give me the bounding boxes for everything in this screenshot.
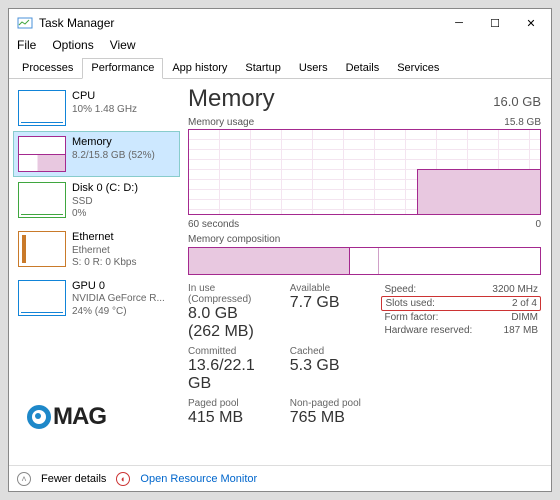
- maximize-button[interactable]: ☐: [477, 9, 513, 37]
- sidebar-item-cpu[interactable]: CPU10% 1.48 GHz: [13, 85, 180, 131]
- logo-text: MAG: [53, 403, 106, 431]
- label: Committed: [188, 346, 270, 357]
- sub2: 24% (49 °C): [72, 306, 165, 319]
- page-title: Memory: [188, 85, 275, 113]
- sub: SSD: [72, 196, 138, 209]
- sub: 8.2/15.8 GB (52%): [72, 150, 155, 163]
- comp-label: Memory composition: [188, 234, 280, 245]
- tab-app-history[interactable]: App history: [163, 58, 236, 79]
- ethernet-thumb-icon: [18, 231, 66, 267]
- cpu-thumb-icon: [18, 90, 66, 126]
- usage-label: Memory usage: [188, 117, 254, 128]
- menu-options[interactable]: Options: [50, 37, 95, 57]
- window-title: Task Manager: [39, 16, 441, 30]
- footer: ˄ Fewer details ◐ Open Resource Monitor: [9, 465, 551, 491]
- label: Hardware reserved:: [384, 325, 472, 336]
- value: 2 of 4: [512, 298, 537, 309]
- label: Slots used:: [385, 298, 434, 309]
- task-manager-window: Task Manager ─ ☐ ✕ File Options View Pro…: [8, 8, 552, 492]
- sidebar-item-gpu[interactable]: GPU 0NVIDIA GeForce R...24% (49 °C): [13, 275, 180, 324]
- watermark-logo: MAG: [27, 403, 106, 431]
- label: Available: [290, 283, 372, 294]
- menubar: File Options View: [9, 37, 551, 57]
- sub2: S: 0 R: 0 Kbps: [72, 257, 136, 270]
- body: CPU10% 1.48 GHz Memory8.2/15.8 GB (52%) …: [9, 79, 551, 465]
- value: 765 MB: [290, 409, 372, 427]
- value: 7.7 GB: [290, 294, 372, 312]
- sidebar-item-ethernet[interactable]: EthernetEthernetS: 0 R: 0 Kbps: [13, 226, 180, 275]
- x-right: 0: [535, 219, 541, 230]
- value: DIMM: [511, 312, 538, 323]
- label: Cached: [290, 346, 372, 357]
- value: 415 MB: [188, 409, 270, 427]
- tab-services[interactable]: Services: [388, 58, 448, 79]
- capacity: 16.0 GB: [493, 94, 541, 109]
- label: Ethernet: [72, 231, 136, 245]
- value: 187 MB: [504, 325, 538, 336]
- slots-used-highlight: Slots used: 2 of 4: [381, 296, 541, 311]
- logo-dot-icon: [27, 405, 51, 429]
- tab-startup[interactable]: Startup: [236, 58, 289, 79]
- value: 5.3 GB: [290, 357, 372, 375]
- memory-usage-chart[interactable]: [188, 129, 541, 215]
- value: 13.6/22.1 GB: [188, 357, 270, 393]
- close-button[interactable]: ✕: [513, 9, 549, 37]
- label: Disk 0 (C: D:): [72, 182, 138, 196]
- sub2: 0%: [72, 208, 138, 221]
- menu-view[interactable]: View: [108, 37, 138, 57]
- label: Paged pool: [188, 398, 270, 409]
- memory-thumb-icon: [18, 136, 66, 172]
- usage-max: 15.8 GB: [504, 117, 541, 128]
- chevron-up-icon[interactable]: ˄: [17, 472, 31, 486]
- label: Form factor:: [384, 312, 438, 323]
- label: Memory: [72, 136, 155, 150]
- sub: Ethernet: [72, 245, 136, 258]
- sidebar: CPU10% 1.48 GHz Memory8.2/15.8 GB (52%) …: [9, 79, 184, 465]
- resource-monitor-icon[interactable]: ◐: [116, 472, 130, 486]
- sub: NVIDIA GeForce R...: [72, 293, 165, 306]
- memory-composition-chart[interactable]: [188, 247, 541, 275]
- label: Speed:: [384, 284, 416, 295]
- label: GPU 0: [72, 280, 165, 294]
- label: Non-paged pool: [290, 398, 372, 409]
- open-resource-monitor-link[interactable]: Open Resource Monitor: [140, 473, 257, 485]
- value: 8.0 GB (262 MB): [188, 305, 270, 341]
- gpu-thumb-icon: [18, 280, 66, 316]
- tab-bar: Processes Performance App history Startu…: [9, 57, 551, 79]
- tab-users[interactable]: Users: [290, 58, 337, 79]
- tab-details[interactable]: Details: [337, 58, 389, 79]
- label: In use (Compressed): [188, 283, 270, 305]
- label: CPU: [72, 90, 137, 104]
- main-panel: Memory 16.0 GB Memory usage 15.8 GB 60 se…: [184, 79, 551, 465]
- sidebar-item-disk[interactable]: Disk 0 (C: D:)SSD0%: [13, 177, 180, 226]
- disk-thumb-icon: [18, 182, 66, 218]
- tab-processes[interactable]: Processes: [13, 58, 82, 79]
- app-icon: [17, 15, 33, 31]
- fewer-details-link[interactable]: Fewer details: [41, 473, 106, 485]
- tab-performance[interactable]: Performance: [82, 58, 163, 79]
- x-left: 60 seconds: [188, 219, 239, 230]
- sidebar-item-memory[interactable]: Memory8.2/15.8 GB (52%): [13, 131, 180, 177]
- titlebar[interactable]: Task Manager ─ ☐ ✕: [9, 9, 551, 37]
- minimize-button[interactable]: ─: [441, 9, 477, 37]
- value: 3200 MHz: [492, 284, 538, 295]
- menu-file[interactable]: File: [15, 37, 38, 57]
- sub: 10% 1.48 GHz: [72, 104, 137, 117]
